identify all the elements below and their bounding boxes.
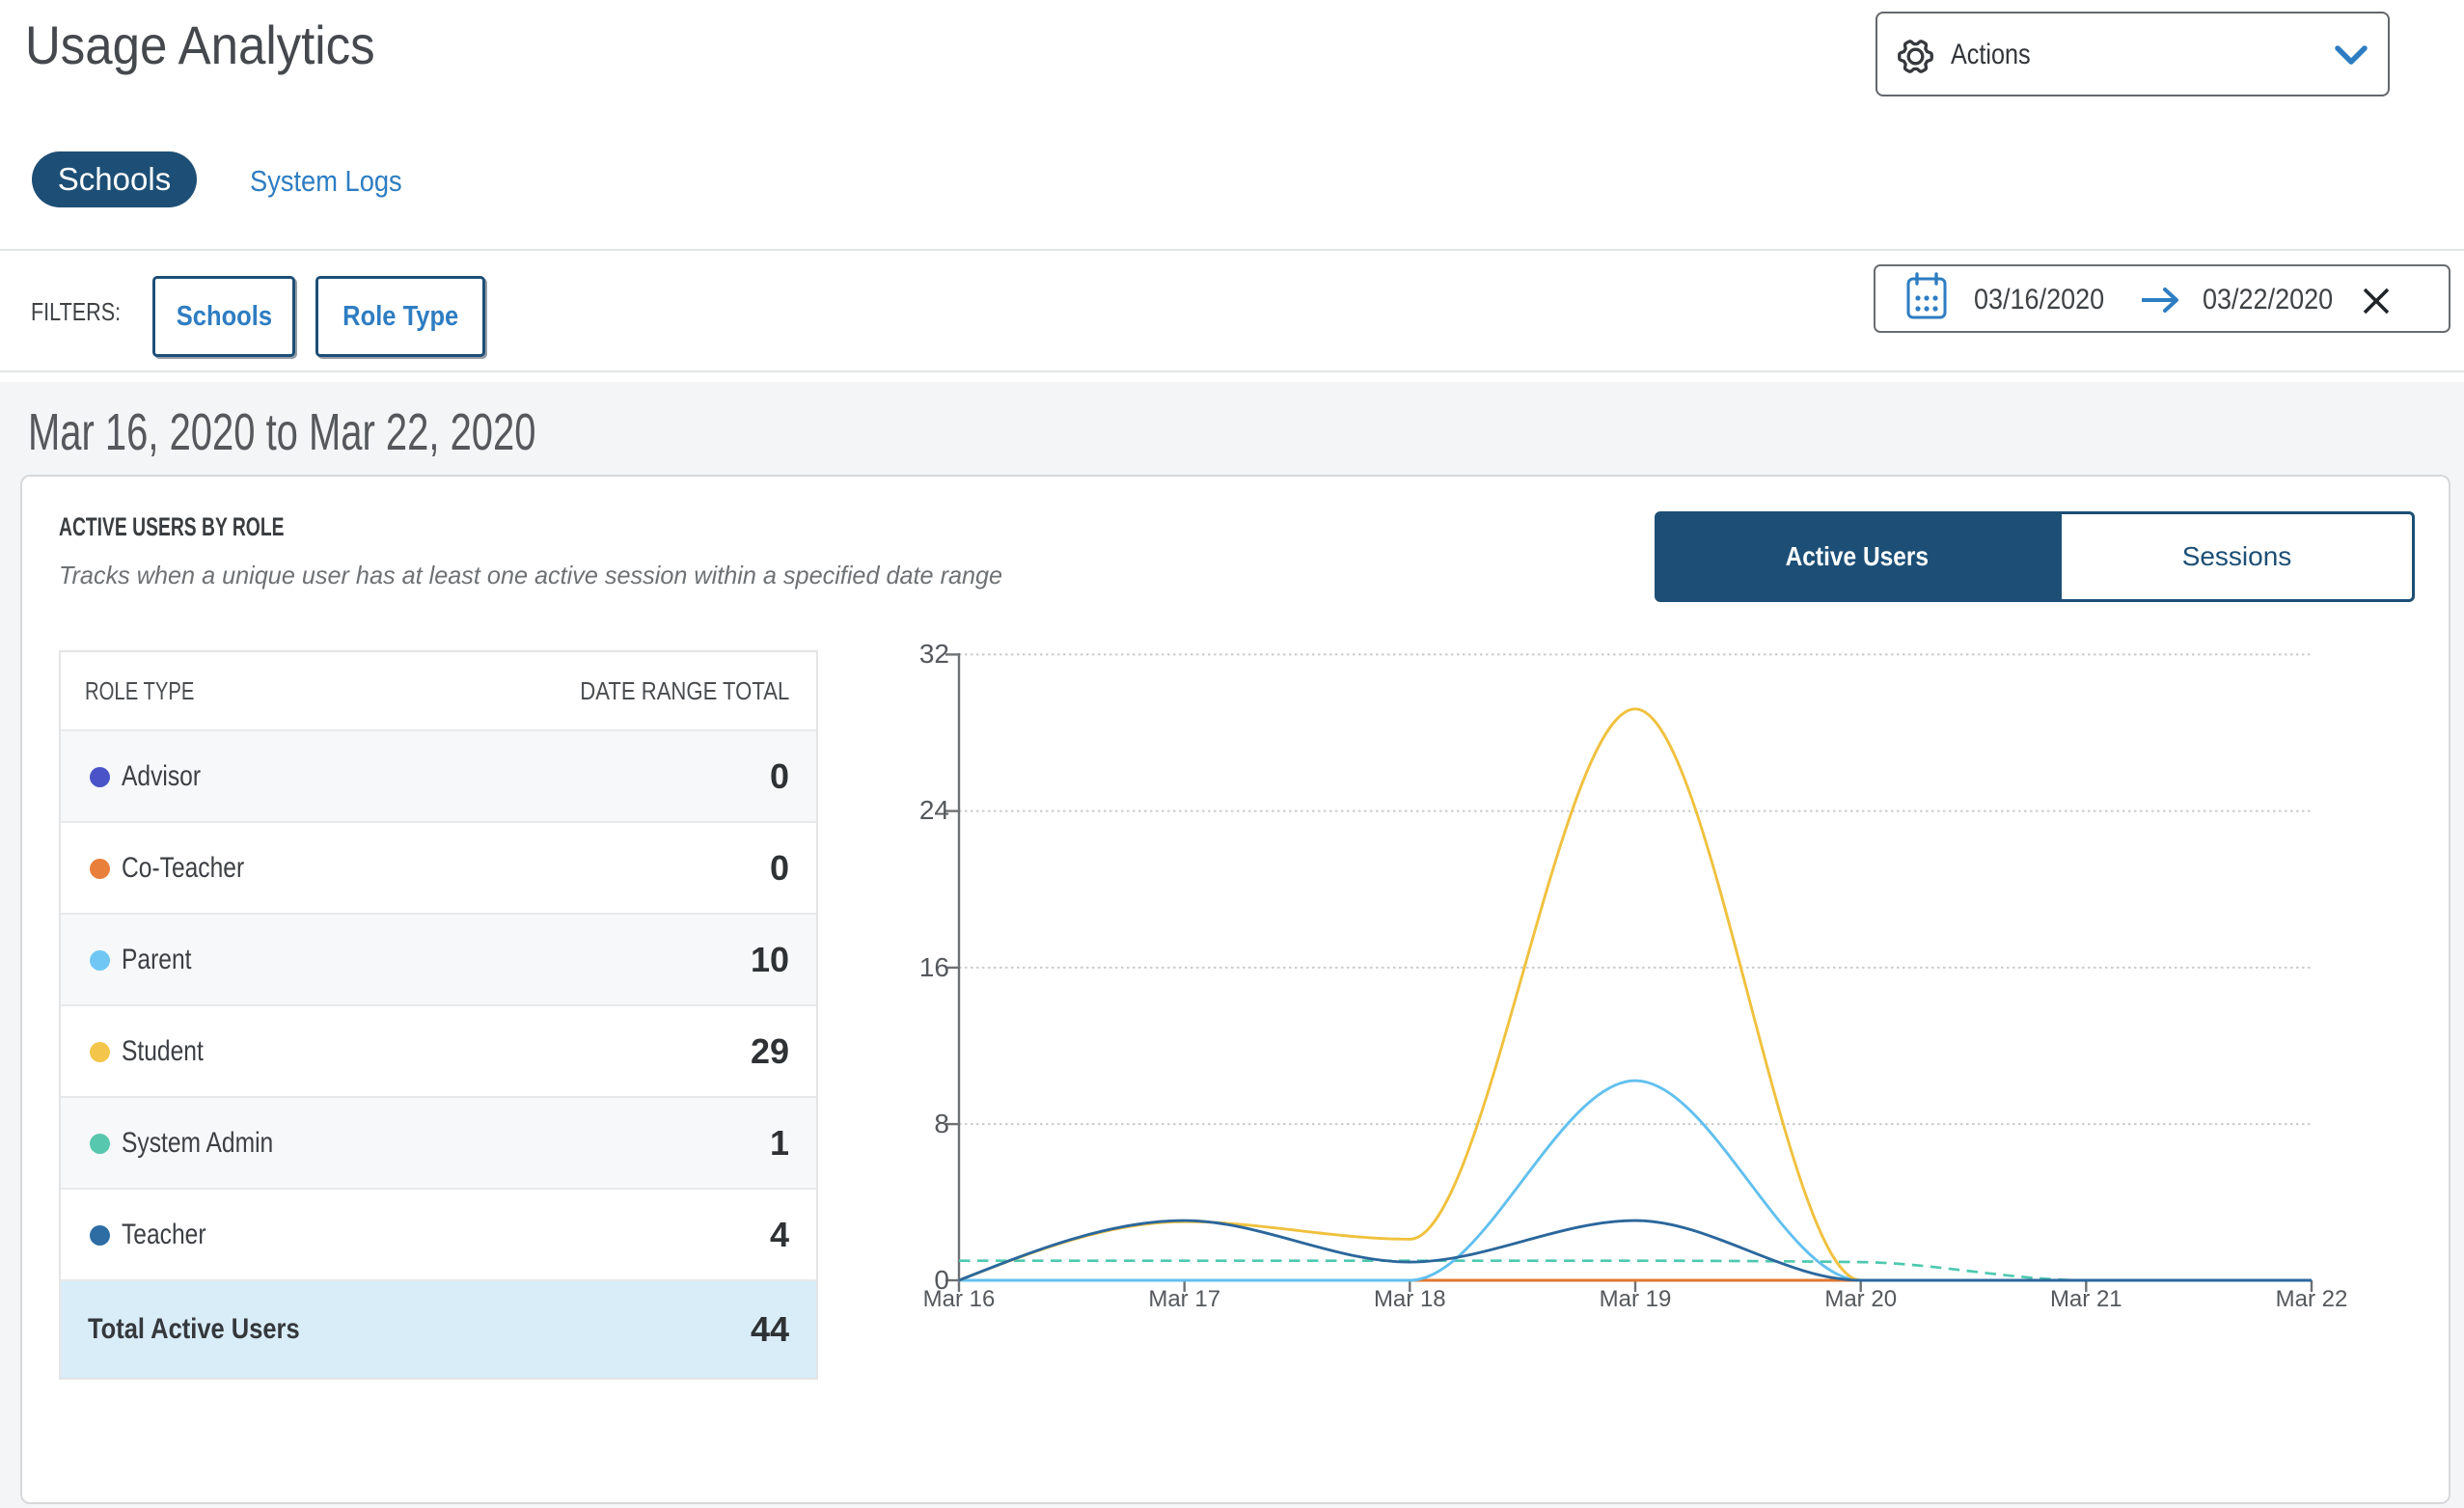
svg-text:Mar 20: Mar 20 xyxy=(1824,1286,1897,1312)
svg-text:Mar 19: Mar 19 xyxy=(1600,1286,1672,1312)
svg-text:Mar 22: Mar 22 xyxy=(2276,1286,2348,1312)
svg-text:24: 24 xyxy=(919,795,949,825)
svg-text:16: 16 xyxy=(919,952,949,982)
svg-text:Mar 16: Mar 16 xyxy=(923,1286,996,1312)
svg-text:Mar 18: Mar 18 xyxy=(1374,1286,1446,1312)
svg-text:8: 8 xyxy=(934,1109,949,1138)
svg-text:Mar 21: Mar 21 xyxy=(2050,1286,2122,1312)
svg-text:32: 32 xyxy=(919,639,949,669)
svg-text:Mar 17: Mar 17 xyxy=(1148,1286,1220,1312)
